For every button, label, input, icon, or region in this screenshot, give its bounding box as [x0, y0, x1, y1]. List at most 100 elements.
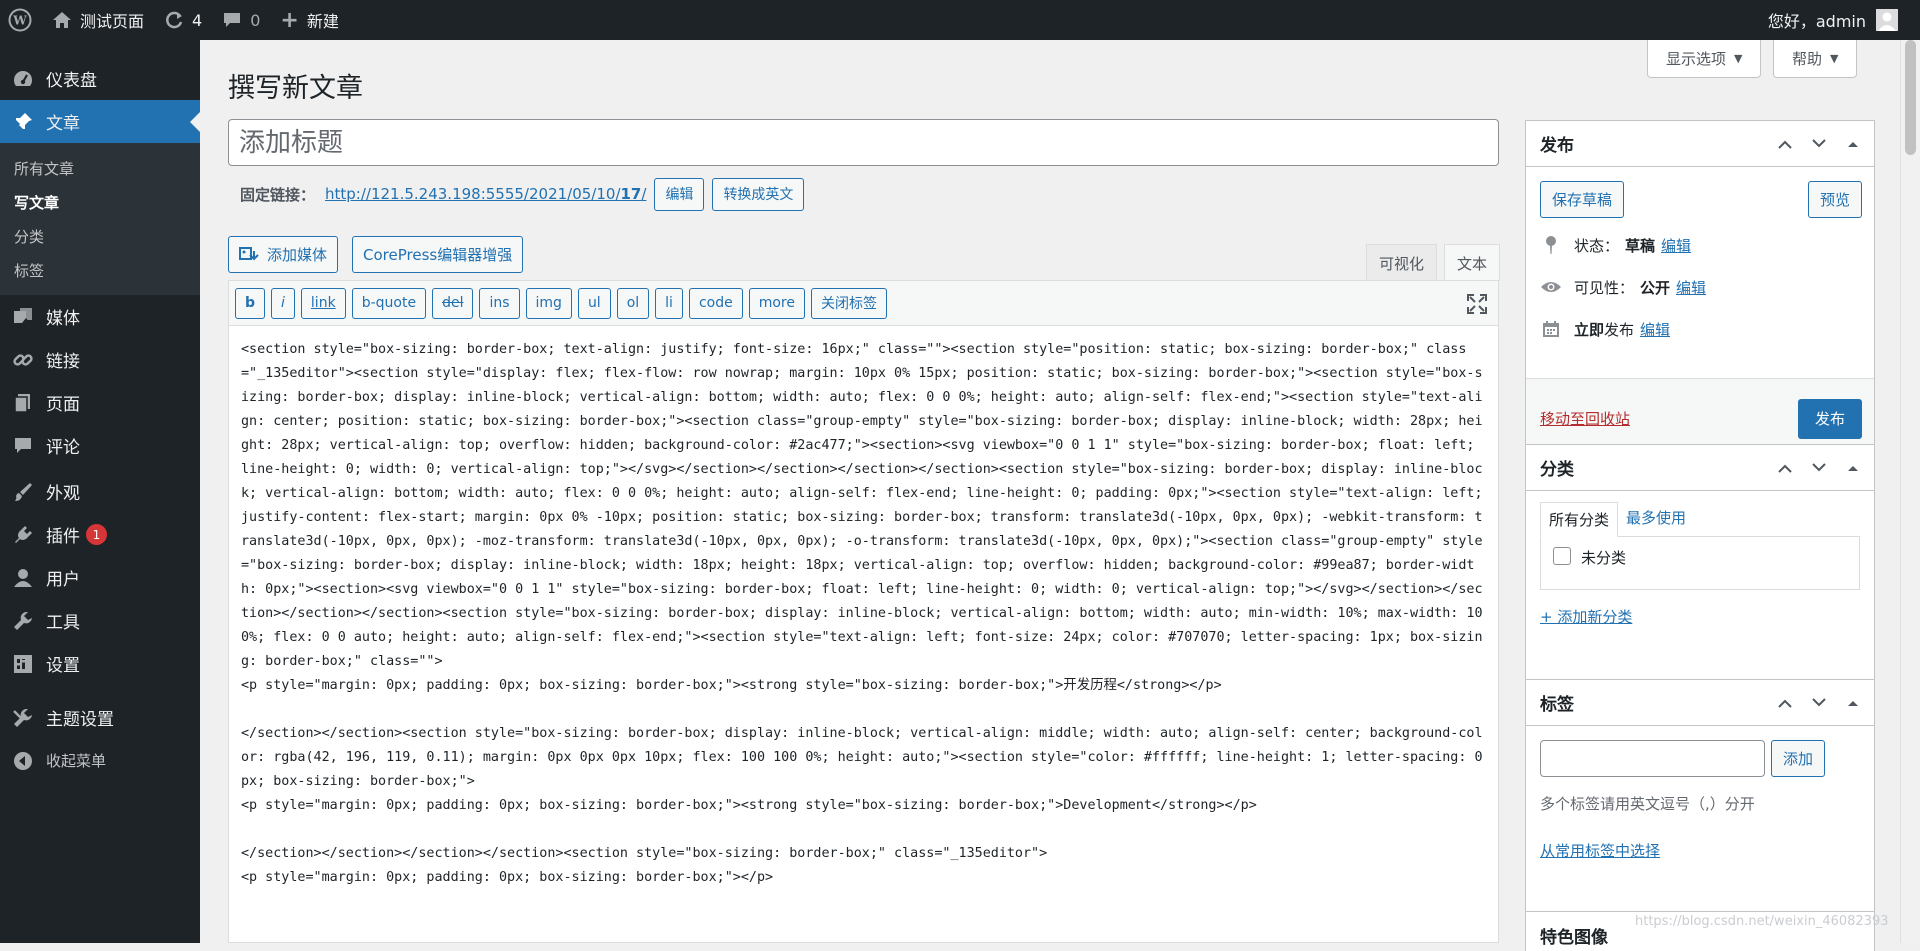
- menu-links[interactable]: 链接: [0, 338, 200, 381]
- menu-pages[interactable]: 页面: [0, 381, 200, 424]
- tab-all-categories[interactable]: 所有分类: [1540, 502, 1619, 537]
- quicktag-del-button[interactable]: del: [432, 287, 474, 319]
- category-tabs: 所有分类 最多使用: [1540, 501, 1860, 537]
- media-icon: [12, 306, 34, 328]
- permalink-url[interactable]: http://121.5.243.198:5555/2021/05/10/17/: [325, 185, 646, 203]
- quicktag-b-button[interactable]: b: [235, 287, 266, 319]
- wrench-icon: [12, 610, 34, 632]
- convert-english-button[interactable]: 转换成英文: [712, 177, 805, 211]
- quicktag-link-button[interactable]: link: [300, 287, 346, 319]
- posts-submenu: 所有文章 写文章 分类 标签: [0, 143, 200, 295]
- menu-dashboard[interactable]: 仪表盘: [0, 57, 200, 100]
- schedule-row: 立即 发布 编辑: [1540, 308, 1862, 350]
- submenu-write-post[interactable]: 写文章: [0, 185, 200, 219]
- save-draft-button[interactable]: 保存草稿: [1540, 181, 1625, 218]
- post-content-textarea[interactable]: <section style="box-sizing: border-box; …: [229, 326, 1498, 943]
- status-value: 草稿: [1625, 236, 1656, 255]
- media-upload-icon: [239, 245, 259, 265]
- edit-visibility-link[interactable]: 编辑: [1676, 277, 1706, 298]
- my-account[interactable]: 您好，admin: [1768, 8, 1920, 32]
- tab-visual[interactable]: 可视化: [1366, 244, 1438, 281]
- plugin-updates-badge: 1: [86, 524, 107, 545]
- move-to-trash-link[interactable]: 移动至回收站: [1540, 408, 1630, 429]
- category-checklist: 未分类: [1540, 536, 1860, 590]
- comments-count: 0: [250, 10, 261, 30]
- menu-label: 文章: [46, 114, 80, 134]
- add-new-category-link[interactable]: + 添加新分类: [1540, 608, 1632, 626]
- add-media-button[interactable]: 添加媒体: [228, 236, 339, 273]
- quicktag-ol-button[interactable]: ol: [616, 287, 650, 319]
- toggle-panel-icon[interactable]: [1842, 457, 1864, 479]
- quicktag-i-button[interactable]: i: [271, 287, 295, 319]
- menu-appearance[interactable]: 外观: [0, 470, 200, 513]
- publish-button[interactable]: 发布: [1797, 398, 1862, 439]
- visibility-value: 公开: [1640, 278, 1671, 297]
- move-up-icon[interactable]: [1774, 692, 1796, 714]
- choose-common-tags-link[interactable]: 从常用标签中选择: [1540, 842, 1660, 860]
- home-icon: [52, 11, 72, 29]
- quicktag-ins-button[interactable]: ins: [479, 287, 520, 319]
- quicktag-img-button[interactable]: img: [525, 287, 572, 319]
- new-tag-input[interactable]: [1540, 740, 1765, 777]
- edit-status-link[interactable]: 编辑: [1661, 235, 1691, 256]
- move-down-icon[interactable]: [1808, 692, 1830, 714]
- submenu-categories[interactable]: 分类: [0, 219, 200, 253]
- greeting: 您好，admin: [1767, 12, 1866, 31]
- move-down-icon[interactable]: [1808, 133, 1830, 155]
- page-icon: [12, 392, 34, 414]
- toggle-panel-icon[interactable]: [1842, 692, 1864, 714]
- permalink-label: 固定链接：: [240, 185, 316, 204]
- new-content-link[interactable]: + 新建: [270, 0, 348, 40]
- wordpress-logo[interactable]: W: [0, 0, 42, 40]
- site-name-link[interactable]: 测试页面: [42, 0, 154, 40]
- tab-most-used[interactable]: 最多使用: [1618, 501, 1694, 536]
- menu-label: 外观: [46, 484, 80, 504]
- quicktag-ul-button[interactable]: ul: [577, 287, 611, 319]
- submenu-tags[interactable]: 标签: [0, 253, 200, 287]
- permalink-slug: 17: [620, 185, 642, 203]
- corepress-button[interactable]: CorePress编辑器增强: [352, 236, 524, 273]
- quicktag-code-button[interactable]: code: [688, 287, 743, 319]
- menu-users[interactable]: 用户: [0, 556, 200, 599]
- menu-comments[interactable]: 评论: [0, 424, 200, 467]
- updates-link[interactable]: 4: [154, 0, 212, 40]
- menu-tools[interactable]: 工具: [0, 599, 200, 642]
- preview-button[interactable]: 预览: [1807, 181, 1862, 218]
- help-button[interactable]: 帮助 ▼: [1773, 40, 1858, 78]
- add-tag-button[interactable]: 添加: [1771, 740, 1826, 777]
- scrollbar-thumb[interactable]: [1905, 40, 1916, 155]
- fullscreen-icon[interactable]: [1466, 293, 1488, 315]
- quicktag-li-button[interactable]: li: [655, 287, 683, 319]
- tags-box-title: 标签: [1540, 695, 1574, 715]
- move-up-icon[interactable]: [1774, 457, 1796, 479]
- edit-schedule-link[interactable]: 编辑: [1640, 319, 1670, 340]
- menu-media[interactable]: 媒体: [0, 295, 200, 338]
- menu-collapse[interactable]: 收起菜单: [0, 739, 200, 782]
- updates-count: 4: [192, 10, 203, 30]
- menu-label: 插件: [46, 527, 80, 547]
- tags-box-header: 标签: [1526, 680, 1874, 726]
- move-up-icon[interactable]: [1774, 133, 1796, 155]
- post-title-input[interactable]: [228, 119, 1499, 166]
- menu-label: 设置: [46, 656, 80, 676]
- page-scrollbar[interactable]: [1900, 40, 1920, 943]
- menu-settings[interactable]: 设置: [0, 642, 200, 685]
- quicktag-close-button[interactable]: 关闭标签: [810, 287, 887, 319]
- help-label: 帮助: [1792, 50, 1823, 68]
- submenu-all-posts[interactable]: 所有文章: [0, 151, 200, 185]
- menu-posts[interactable]: 文章: [0, 100, 200, 143]
- move-down-icon[interactable]: [1808, 457, 1830, 479]
- visibility-label: 可见性：: [1574, 278, 1635, 297]
- menu-plugins[interactable]: 插件 1: [0, 513, 200, 556]
- box-controls: [1774, 445, 1864, 491]
- menu-theme-settings[interactable]: 主题设置: [0, 696, 200, 739]
- tab-text[interactable]: 文本: [1444, 244, 1501, 281]
- menu-label: 工具: [46, 613, 80, 633]
- quicktag-more-button[interactable]: more: [748, 287, 805, 319]
- edit-permalink-button[interactable]: 编辑: [654, 177, 705, 211]
- comments-link[interactable]: 0: [212, 0, 270, 40]
- category-checkbox[interactable]: [1553, 547, 1571, 565]
- quicktag-b-quote-button[interactable]: b-quote: [351, 287, 427, 319]
- toggle-panel-icon[interactable]: [1842, 133, 1864, 155]
- screen-options-button[interactable]: 显示选项 ▼: [1647, 40, 1762, 78]
